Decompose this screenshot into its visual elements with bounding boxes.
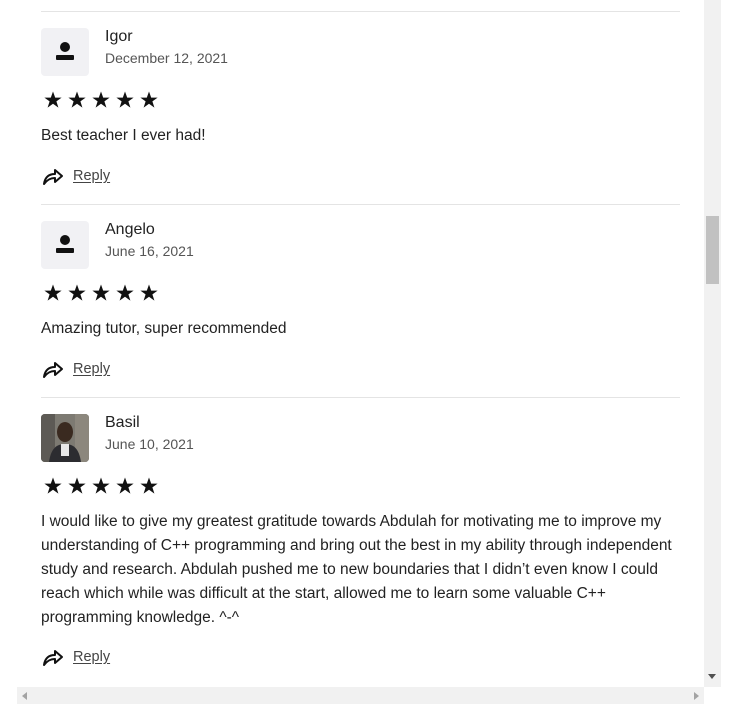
- vertical-scrollbar[interactable]: [704, 0, 721, 687]
- vertical-scroll-thumb[interactable]: [706, 216, 719, 284]
- star-icon: [44, 91, 62, 108]
- scroll-left-arrow-icon[interactable]: [22, 692, 27, 700]
- reviewer-name: Angelo: [105, 221, 155, 238]
- star-icon: [116, 284, 134, 301]
- scroll-right-arrow-icon[interactable]: [694, 692, 699, 700]
- reply-arrow-icon: [43, 650, 63, 666]
- star-icon: [68, 91, 86, 108]
- review-card: Angelo June 16, 2021 Amazing tutor, supe…: [41, 221, 680, 386]
- star-icon: [68, 477, 86, 494]
- divider: [41, 204, 680, 205]
- reply-label[interactable]: Reply: [73, 168, 110, 184]
- star-icon: [140, 284, 158, 301]
- rating-stars: [41, 474, 161, 498]
- reviews-list: Igor December 12, 2021 Best teacher I ev…: [0, 0, 704, 687]
- star-icon: [140, 91, 158, 108]
- reply-label[interactable]: Reply: [73, 649, 110, 665]
- star-icon: [116, 477, 134, 494]
- review-card: Basil June 10, 2021 I would like to give…: [41, 414, 680, 684]
- star-icon: [92, 477, 110, 494]
- avatar: [41, 221, 89, 269]
- reviewer-name: Basil: [105, 414, 140, 431]
- star-icon: [44, 477, 62, 494]
- reply-button[interactable]: Reply: [41, 357, 110, 381]
- review-text: Amazing tutor, super recommended: [41, 320, 287, 337]
- rating-stars: [41, 88, 161, 112]
- scroll-down-arrow-icon[interactable]: [708, 674, 716, 679]
- reply-arrow-icon: [43, 362, 63, 378]
- avatar: [41, 414, 89, 462]
- user-photo: [41, 414, 89, 462]
- default-user-icon: [56, 235, 74, 253]
- star-icon: [116, 91, 134, 108]
- review-text: I would like to give my greatest gratitu…: [41, 513, 672, 626]
- default-user-icon: [56, 42, 74, 60]
- horizontal-scrollbar[interactable]: [17, 687, 704, 704]
- avatar: [41, 28, 89, 76]
- review-date: June 16, 2021: [105, 243, 194, 259]
- reviewer-name: Igor: [105, 28, 133, 45]
- review-date: June 10, 2021: [105, 436, 194, 452]
- reply-label[interactable]: Reply: [73, 361, 110, 377]
- review-card: Igor December 12, 2021 Best teacher I ev…: [41, 28, 680, 193]
- reply-button[interactable]: Reply: [41, 164, 110, 188]
- reply-arrow-icon: [43, 169, 63, 185]
- review-text: Best teacher I ever had!: [41, 127, 206, 144]
- divider: [41, 397, 680, 398]
- reply-button[interactable]: Reply: [41, 645, 110, 669]
- review-date: December 12, 2021: [105, 50, 228, 66]
- star-icon: [68, 284, 86, 301]
- rating-stars: [41, 281, 161, 305]
- star-icon: [44, 284, 62, 301]
- divider: [41, 11, 680, 12]
- star-icon: [92, 91, 110, 108]
- star-icon: [92, 284, 110, 301]
- star-icon: [140, 477, 158, 494]
